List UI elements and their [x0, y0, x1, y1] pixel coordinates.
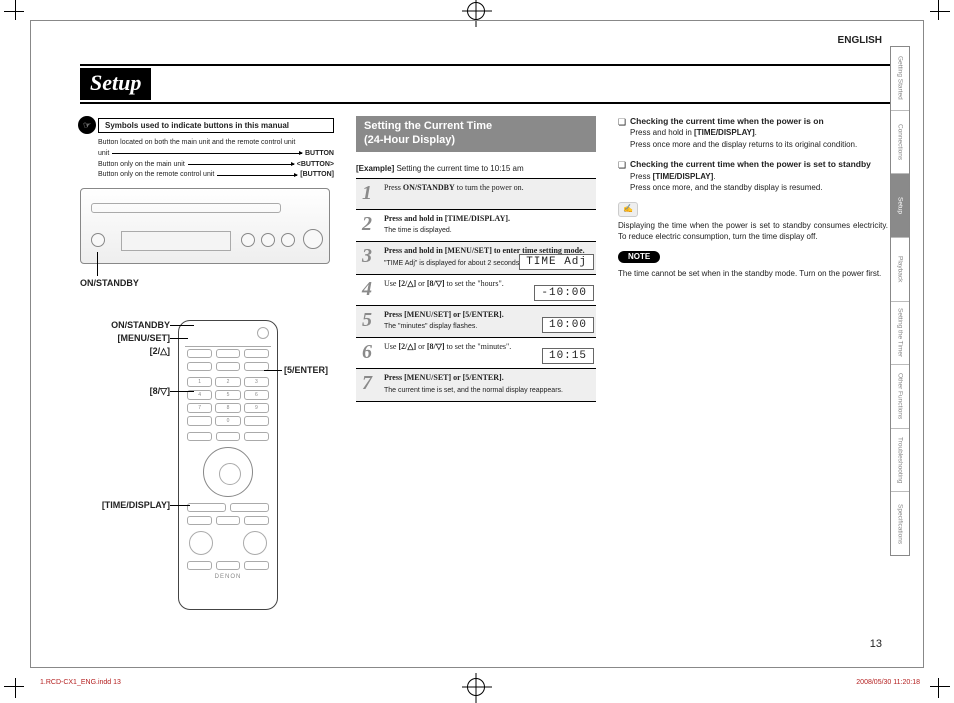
- step-4: 4Use [2/△] or [8/▽] to set the "hours".-…: [356, 274, 596, 305]
- step-body: Press and hold in [TIME/DISPLAY].The tim…: [384, 214, 596, 235]
- standby-paragraph: Displaying the time when the power is se…: [618, 221, 888, 243]
- check-power-on: Checking the current time when the power…: [618, 116, 888, 151]
- display-readout: 10:15: [542, 348, 594, 364]
- steps-list: 1 Press ON/STANDBY to turn the power on. 2…: [356, 178, 596, 402]
- side-tab[interactable]: Connections: [891, 111, 909, 175]
- remote-label-five-enter: [5/ENTER]: [284, 365, 328, 375]
- hand-icon: ✍: [618, 202, 638, 217]
- step-3: 3Press and hold in [MENU/SET] to enter t…: [356, 241, 596, 273]
- legend-both-mark: BUTTON: [305, 149, 334, 159]
- check2-line1: Press [TIME/DISPLAY].: [630, 172, 888, 183]
- leader-line: [97, 252, 98, 276]
- crop-mark: [15, 678, 16, 698]
- side-tab[interactable]: Playback: [891, 238, 909, 302]
- step-1: 1 Press ON/STANDBY to turn the power on.: [356, 178, 596, 209]
- remote-label-menu-set: [MENU/SET]: [118, 333, 171, 343]
- step-6: 6Use [2/△] or [8/▽] to set the "minutes"…: [356, 337, 596, 368]
- check2-heading: Checking the current time when the power…: [630, 159, 888, 170]
- step-2: 2 Press and hold in [TIME/DISPLAY].The ti…: [356, 209, 596, 241]
- check1-line1: Press and hold in [TIME/DISPLAY].: [630, 128, 888, 139]
- note-text: The time cannot be set when in the stand…: [618, 269, 888, 280]
- remote-label-two-up: [2/△]: [150, 346, 170, 357]
- step-body: Press ON/STANDBY to turn the power on.: [384, 183, 596, 203]
- check-standby: Checking the current time when the power…: [618, 159, 888, 194]
- side-tab[interactable]: Troubleshooting: [891, 429, 909, 493]
- display-readout: 10:00: [542, 317, 594, 333]
- crop-mark: [15, 0, 16, 20]
- remote-label-time-display: [TIME/DISPLAY]: [102, 500, 170, 510]
- example-text: Setting the current time to 10:15 am: [396, 164, 523, 173]
- side-tab[interactable]: Specifications: [891, 492, 909, 555]
- right-column: Checking the current time when the power…: [618, 116, 888, 284]
- legend-remote-mark: [BUTTON]: [300, 170, 334, 180]
- side-tab[interactable]: Getting Started: [891, 47, 909, 111]
- remote-label-on-standby: ON/STANDBY: [111, 320, 170, 330]
- registration-top: [467, 2, 485, 20]
- display-readout: -10:00: [534, 285, 594, 301]
- footer: 1.RCD-CX1_ENG.indd 13 2008/05/30 11:20:1…: [40, 679, 920, 686]
- step-number: 1: [356, 183, 378, 203]
- crop-mark: [938, 678, 939, 698]
- section-title-line1: Setting the Current Time: [364, 120, 492, 132]
- note-pill: NOTE: [618, 251, 660, 264]
- side-tab[interactable]: Setup: [891, 174, 909, 238]
- step-number: 7: [356, 373, 378, 394]
- step-number: 2: [356, 214, 378, 235]
- legend-main-mark: <BUTTON>: [297, 160, 334, 170]
- step-number: 6: [356, 342, 378, 362]
- remote-illustration: 123 456 789 0 DENON: [178, 320, 278, 610]
- title-bar: Setup: [80, 64, 890, 104]
- example-line: [Example] Setting the current time to 10…: [356, 164, 524, 173]
- footer-right: 2008/05/30 11:20:18: [856, 679, 920, 686]
- main-unit-illustration: [80, 188, 330, 264]
- crop-mark: [930, 11, 950, 12]
- page-title: Setup: [80, 68, 151, 100]
- footer-left: 1.RCD-CX1_ENG.indd 13: [40, 679, 121, 686]
- crop-mark: [4, 11, 24, 12]
- side-tabs: Getting StartedConnectionsSetupPlaybackS…: [890, 46, 910, 556]
- crop-mark: [4, 686, 24, 687]
- page-number: 13: [870, 638, 882, 650]
- check1-line2: Press once more and the display returns …: [630, 140, 888, 151]
- remote-logo: DENON: [179, 574, 277, 580]
- side-tab[interactable]: Other Functions: [891, 365, 909, 429]
- display-readout: TIME Adj: [519, 254, 594, 270]
- example-label: [Example]: [356, 164, 394, 173]
- language-label: ENGLISH: [838, 35, 882, 46]
- remote-label-eight-down: [8/▽]: [150, 386, 170, 397]
- legend-both-text: Button located on both the main unit and…: [98, 138, 295, 148]
- step-5: 5Press [MENU/SET] or [5/ENTER].The "minu…: [356, 305, 596, 337]
- step-7: 7 Press [MENU/SET] or [5/ENTER].The curre…: [356, 368, 596, 401]
- legend-main-text: Button only on the main unit: [98, 160, 185, 170]
- legend-remote-text: Button only on the remote control unit: [98, 170, 214, 180]
- side-tab[interactable]: Setting the Timer: [891, 302, 909, 366]
- section-title-line2: (24-Hour Display): [364, 134, 455, 146]
- step-number: 4: [356, 279, 378, 299]
- crop-mark: [938, 0, 939, 20]
- symbols-legend: Button located on both the main unit and…: [98, 138, 334, 181]
- check1-heading: Checking the current time when the power…: [630, 116, 888, 127]
- crop-mark: [930, 686, 950, 687]
- unit-button-label: ON/STANDBY: [80, 278, 139, 288]
- symbols-heading: Symbols used to indicate buttons in this…: [98, 118, 334, 133]
- section-heading: Setting the Current Time (24-Hour Displa…: [356, 116, 596, 152]
- step-number: 5: [356, 310, 378, 331]
- step-number: 3: [356, 246, 378, 267]
- step-body: Press [MENU/SET] or [5/ENTER].The curren…: [384, 373, 596, 394]
- info-icon: [78, 116, 96, 134]
- check2-line2: Press once more, and the standby display…: [630, 183, 888, 194]
